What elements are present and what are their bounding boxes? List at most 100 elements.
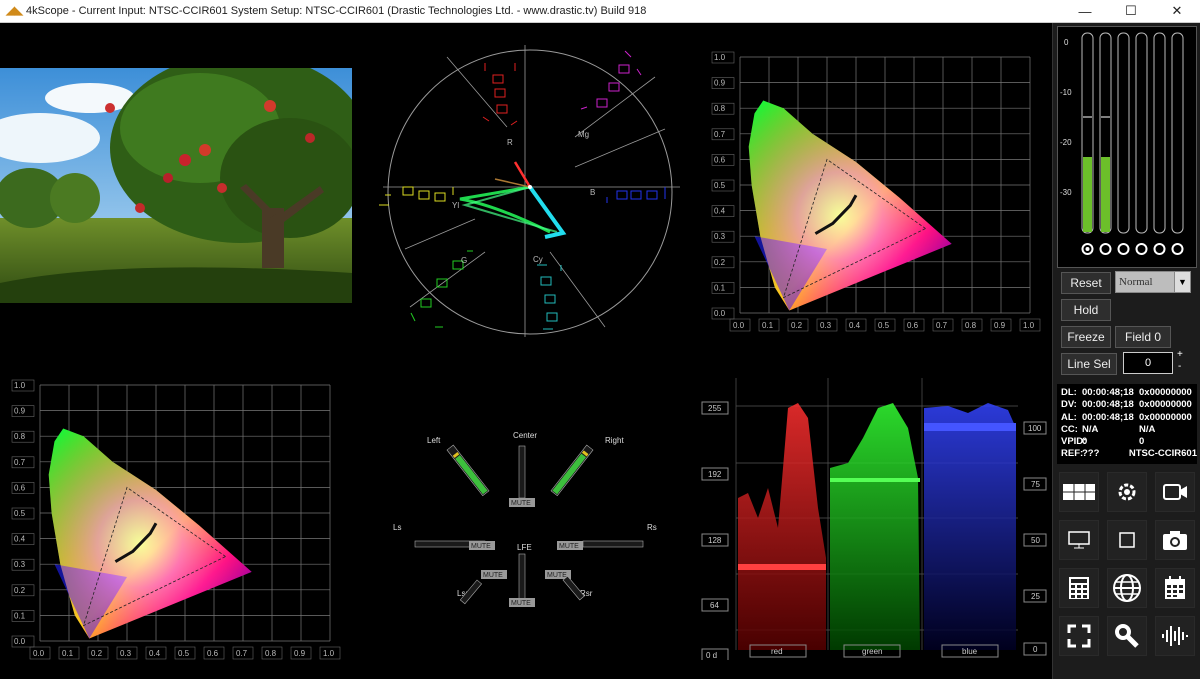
mute-lfe: MUTE	[511, 600, 531, 607]
audio-label-ls: Ls	[393, 523, 401, 532]
chevron-down-icon[interactable]: ▼	[1174, 272, 1190, 292]
camera-icon[interactable]	[1155, 520, 1195, 560]
timecode-val: 0x00000000	[1139, 411, 1192, 423]
timecode-tc: ???	[1082, 448, 1100, 460]
field-button[interactable]: Field 0	[1115, 326, 1171, 348]
layout-grid-icon[interactable]	[1059, 472, 1099, 512]
meter-scale-0: 0	[1064, 38, 1069, 47]
cie-tick-x: 0.5	[878, 321, 890, 330]
cast-camera-icon[interactable]	[1155, 472, 1195, 512]
mute-rs: MUTE	[559, 543, 579, 550]
line-number-input[interactable]: 0	[1123, 352, 1173, 374]
parade-y-64: 64	[710, 601, 719, 610]
square-icon[interactable]	[1107, 520, 1147, 560]
timecode-label: AL:	[1061, 411, 1077, 423]
timecode-row: REF:??? NTSC-CCIR601	[1061, 448, 1197, 460]
cie-tick-x: 0.7	[236, 649, 248, 658]
cie-tick-x: 0.0	[33, 649, 45, 658]
audio-waveform-icon[interactable]	[1155, 616, 1195, 656]
cie-tick-y: 0.6	[14, 483, 26, 492]
target-label-cy: Cy	[533, 255, 543, 264]
hold-button[interactable]: Hold	[1061, 299, 1111, 321]
timecode-row: AL: 00:00:48;18 0x00000000	[1061, 412, 1197, 424]
timecode-tc: N/A	[1082, 423, 1099, 435]
parade-pct-100: 100	[1028, 424, 1042, 433]
audio-level-meters: 0 -10 -20 -30	[1057, 26, 1197, 268]
parade-label-blue: blue	[962, 647, 978, 656]
cie-tick-y: 0.3	[14, 560, 26, 569]
line-select-button[interactable]: Line Sel	[1061, 353, 1117, 375]
vectorscope: R Mg B Cy G Yl	[375, 37, 685, 347]
line-decrement-button[interactable]: -	[1178, 361, 1181, 372]
timecode-val: 0x00000000	[1139, 387, 1192, 398]
mute-ls: MUTE	[471, 543, 491, 550]
cie-tick-y: 1.0	[714, 53, 726, 62]
parade-pct-50: 50	[1031, 536, 1040, 545]
parade-y-0: 0 d	[706, 651, 717, 660]
calculator-icon[interactable]	[1059, 568, 1099, 608]
cie-tick-y: 0.4	[14, 535, 26, 544]
globe-icon[interactable]	[1107, 568, 1147, 608]
target-label-r: R	[507, 138, 513, 147]
cie-chart-top: 1.0 0.0 0.9 0.1 0.8 0.2 0.7 0.3 0.6 0.4 0.5 0.5 0.4 0…	[708, 47, 1053, 337]
timecode-tc: 00:00:48;18	[1082, 411, 1134, 423]
timecode-label: VPID:	[1061, 436, 1087, 448]
cie-tick-y: 0.8	[14, 432, 26, 441]
line-increment-button[interactable]: +	[1177, 349, 1183, 360]
control-panel: 0 -10 -20 -30 Reset Normal ▼ Hold Freeze…	[1052, 23, 1200, 679]
timecode-val: N/A	[1139, 423, 1156, 435]
mute-center: MUTE	[511, 500, 531, 507]
scope-workspace: R Mg B Cy G Yl 1.0 0.0 0.9 0.1 0.8 0.2 0.7 0.3 0…	[0, 23, 1200, 679]
timecode-row: VPID: 0 0	[1061, 436, 1197, 448]
cie-tick-x: 1.0	[1023, 321, 1035, 330]
video-preview-image	[0, 68, 352, 303]
meter-scale-20: -20	[1060, 138, 1072, 147]
audio-label-right: Right	[605, 436, 624, 445]
calendar-icon[interactable]	[1155, 568, 1195, 608]
timecode-info: DL: 00:00:48;18 0x00000000 DV: 00:00:48;18 0x…	[1057, 384, 1197, 464]
minimize-button[interactable]: —	[1062, 0, 1108, 23]
freeze-button[interactable]: Freeze	[1061, 326, 1111, 348]
cie-tick-y: 0.8	[714, 104, 726, 113]
cie-tick-x: 0.2	[791, 321, 803, 330]
timecode-row: DV: 00:00:48;18 0x00000000	[1061, 399, 1197, 411]
parade-pct-25: 25	[1031, 592, 1040, 601]
cie-chart-bottom: 1.0 0.0 0.9 0.1 0.8 0.2 0.7 0.3 0.6 0.4 0.5 0.5 0.4 0…	[8, 375, 353, 665]
window-title: 4kScope - Current Input: NTSC-CCIR601 Sy…	[26, 5, 647, 17]
cie-tick-y: 0.4	[714, 207, 726, 216]
maximize-button[interactable]: ☐	[1108, 0, 1154, 23]
cie-tick-y: 0.6	[714, 155, 726, 164]
close-button[interactable]: ✕	[1154, 0, 1200, 23]
timecode-tc: 00:00:48;18	[1082, 399, 1134, 411]
cie-tick-y: 0.5	[14, 509, 26, 518]
timecode-tc: 0	[1082, 436, 1088, 448]
settings-gear-icon[interactable]	[1107, 472, 1147, 512]
cie-tick-x: 0.6	[207, 649, 219, 658]
timecode-val: NTSC-CCIR601	[1128, 448, 1197, 460]
audio-label-center: Center	[513, 431, 537, 440]
timecode-row: CC: N/A N/A	[1061, 424, 1197, 436]
cie-tick-y: 0.7	[14, 458, 26, 467]
mode-select[interactable]: Normal ▼	[1115, 271, 1191, 293]
audio-label-rs: Rs	[647, 523, 657, 532]
mute-lsr: MUTE	[483, 572, 503, 579]
reset-button[interactable]: Reset	[1061, 272, 1111, 294]
timecode-label: DL:	[1061, 387, 1077, 398]
audio-label-left: Left	[427, 436, 441, 445]
monitor-icon[interactable]	[1059, 520, 1099, 560]
cie-tick-x: 1.0	[323, 649, 335, 658]
cie-tick-y: 0.3	[714, 232, 726, 241]
cie-tick-y: 0.5	[714, 181, 726, 190]
cie-tick-y: 0.9	[714, 79, 726, 88]
search-key-icon[interactable]	[1107, 616, 1147, 656]
cie-tick-x: 0.4	[149, 649, 161, 658]
timecode-val: 0	[1139, 436, 1145, 448]
fullscreen-icon[interactable]	[1059, 616, 1099, 656]
cie-tick-y: 0.0	[14, 637, 26, 646]
cie-tick-y: 0.0	[714, 309, 726, 318]
cie-tick-y: 0.7	[714, 130, 726, 139]
app-logo-icon: ◢◣	[6, 5, 23, 17]
cie-tick-x: 0.5	[178, 649, 190, 658]
audio-surround-meter: Left Center Right Ls Rs LFE Lsr Rsr MUTE…	[385, 428, 665, 613]
target-label-yl: Yl	[452, 201, 459, 210]
